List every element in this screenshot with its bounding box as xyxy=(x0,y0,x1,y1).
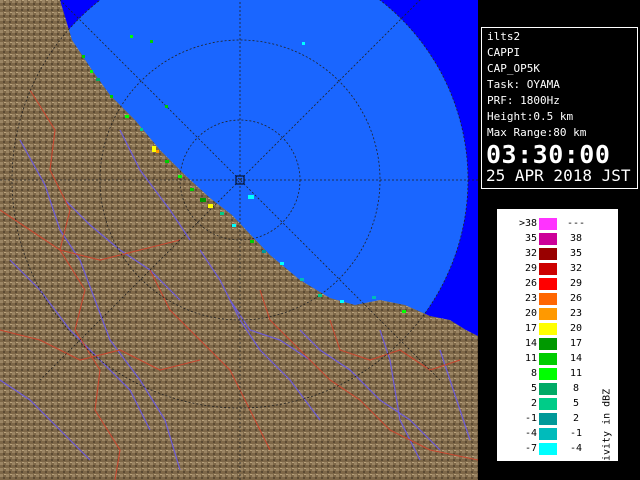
legend-row: 25 xyxy=(497,396,597,411)
product-name: CAPPI xyxy=(487,46,521,59)
legend-low-value: 17 xyxy=(524,323,537,334)
legend-high-value: -1 xyxy=(569,428,583,439)
legend-swatch xyxy=(539,338,557,350)
legend-swatch xyxy=(539,428,557,440)
legend-low-value: 23 xyxy=(524,293,537,304)
legend-swatch xyxy=(539,308,557,320)
legend-low-value: 26 xyxy=(524,278,537,289)
legend-row: 8 11 xyxy=(497,366,597,381)
legend-row: 58 xyxy=(497,381,597,396)
legend-swatch xyxy=(539,383,557,395)
legend-title: Reflectivity in dBZ xyxy=(601,388,613,480)
legend-row: 26 29 xyxy=(497,276,597,291)
legend-low-value: 11 xyxy=(524,353,537,364)
legend-high-value: 5 xyxy=(572,398,580,409)
legend-low-value: -4 xyxy=(524,428,537,439)
info-box: ilts2 CAPPI CAP_OP5K Task: OYAMA PRF: 18… xyxy=(481,27,638,189)
legend-swatch xyxy=(539,323,557,335)
legend-high-value: 23 xyxy=(569,308,583,319)
legend-low-value: 14 xyxy=(524,338,537,349)
legend-row: 17 20 xyxy=(497,321,597,336)
legend-swatch xyxy=(539,218,557,230)
legend-high-value: 11 xyxy=(569,368,583,379)
legend-high-value: 26 xyxy=(569,293,583,304)
site-name: ilts2 xyxy=(487,30,521,43)
legend-high-value: 2 xyxy=(572,413,580,424)
legend-swatch xyxy=(539,248,557,260)
legend-low-value: 29 xyxy=(524,263,537,274)
legend-high-value: 17 xyxy=(569,338,583,349)
legend-low-value: 2 xyxy=(530,398,537,409)
legend-row: >38 --- xyxy=(497,216,597,231)
legend-swatch xyxy=(539,293,557,305)
legend-swatch xyxy=(539,353,557,365)
observation-date: 25 APR 2018 JST xyxy=(486,166,631,185)
task-label: Task: OYAMA xyxy=(487,78,560,91)
legend-high-value: 35 xyxy=(569,248,583,259)
legend-low-value: 20 xyxy=(524,308,537,319)
side-panel: ilts2 CAPPI CAP_OP5K Task: OYAMA PRF: 18… xyxy=(478,0,640,480)
legend-high-value: 38 xyxy=(569,233,583,244)
legend-row: 29 32 xyxy=(497,261,597,276)
legend-swatch xyxy=(539,233,557,245)
legend-high-value: --- xyxy=(566,218,586,229)
legend-swatch xyxy=(539,368,557,380)
prf-label: PRF: 1800Hz xyxy=(487,94,560,107)
legend-low-value: 8 xyxy=(530,368,537,379)
radar-map[interactable] xyxy=(0,0,478,480)
legend-swatch xyxy=(539,263,557,275)
legend-swatch xyxy=(539,413,557,425)
legend-low-value: 35 xyxy=(524,233,537,244)
legend-swatch xyxy=(539,443,557,455)
legend-high-value: 8 xyxy=(572,383,580,394)
legend-high-value: -4 xyxy=(569,443,583,454)
legend-high-value: 32 xyxy=(569,263,583,274)
legend-row: 14 17 xyxy=(497,336,597,351)
legend-row: -7 -4 xyxy=(497,441,597,456)
height-label: Height:0.5 km xyxy=(487,110,574,123)
legend-row: 23 26 xyxy=(497,291,597,306)
legend-row: -4 -1 xyxy=(497,426,597,441)
legend-row: 11 14 xyxy=(497,351,597,366)
legend-row: -1 2 xyxy=(497,411,597,426)
legend-low-value: 32 xyxy=(524,248,537,259)
reflectivity-legend: >38 --- 35 38 32 35 29 32 26 29 23 26 20 23 17 20 14 17 11… xyxy=(497,209,618,480)
legend-low-value: 5 xyxy=(530,383,537,394)
legend-high-value: 14 xyxy=(569,353,583,364)
radar-display: ilts2 CAPPI CAP_OP5K Task: OYAMA PRF: 18… xyxy=(0,0,640,480)
legend-swatch xyxy=(539,278,557,290)
legend-row: 20 23 xyxy=(497,306,597,321)
observation-time: 03:30:00 xyxy=(486,140,611,169)
legend-low-value: >38 xyxy=(518,218,537,229)
legend-row: 35 38 xyxy=(497,231,597,246)
legend-low-value: -1 xyxy=(524,413,537,424)
legend-high-value: 20 xyxy=(569,323,583,334)
legend-low-value: -7 xyxy=(524,443,537,454)
legend-row: 32 35 xyxy=(497,246,597,261)
legend-swatch xyxy=(539,398,557,410)
range-label: Max Range:80 km xyxy=(487,126,587,139)
legend-high-value: 29 xyxy=(569,278,583,289)
product-code: CAP_OP5K xyxy=(487,62,540,75)
